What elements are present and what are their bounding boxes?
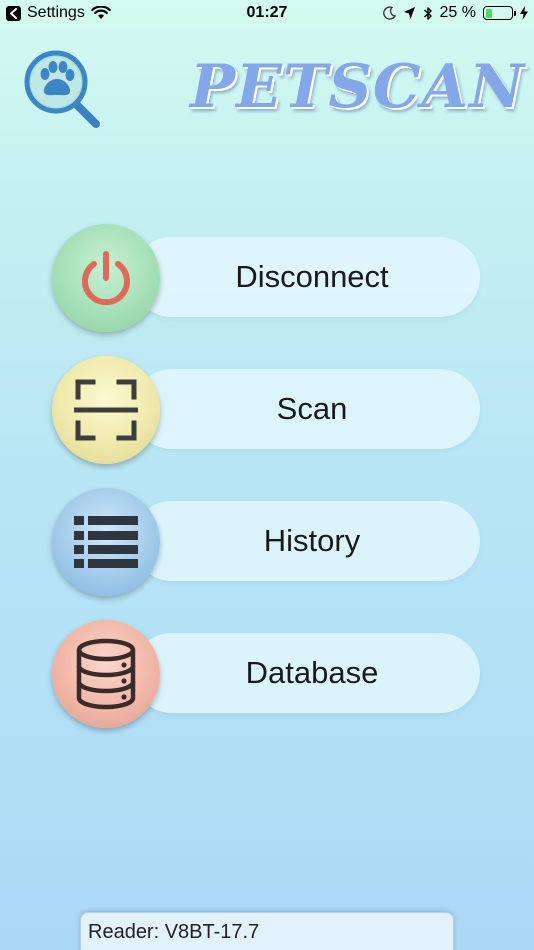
charging-bolt-icon (520, 6, 528, 20)
scan-icon-circle[interactable] (52, 356, 160, 464)
database-label[interactable]: Database (132, 633, 482, 713)
scan-button[interactable]: Scan (52, 344, 482, 464)
battery-percent: 25 % (439, 4, 476, 21)
app-title: PETSCAN (190, 52, 525, 122)
history-icon-circle[interactable] (52, 488, 160, 596)
database-icon (76, 638, 136, 710)
location-arrow-icon (403, 7, 415, 19)
disconnect-button[interactable]: Disconnect (52, 212, 482, 332)
history-label[interactable]: History (132, 501, 482, 581)
reader-label: Reader: V8BT-17.7 (88, 921, 260, 943)
disconnect-icon-circle[interactable] (52, 224, 160, 332)
database-icon-circle[interactable] (52, 620, 160, 728)
paw-magnifier-icon (22, 48, 104, 130)
status-right: 25 % (382, 4, 528, 22)
reader-status-panel: Reader: V8BT-17.7 (80, 912, 454, 950)
history-button[interactable]: History (52, 476, 482, 596)
battery-icon (483, 6, 516, 20)
moon-icon (382, 6, 396, 20)
disconnect-label[interactable]: Disconnect (132, 237, 482, 317)
status-bar: Settings 01:27 25 % (0, 0, 534, 28)
bluetooth-icon (423, 6, 432, 20)
list-icon (74, 516, 138, 568)
database-button[interactable]: Database (52, 608, 482, 728)
battery-fill (485, 8, 492, 18)
power-icon (82, 251, 130, 306)
scan-label[interactable]: Scan (132, 369, 482, 449)
scan-frame-icon (74, 379, 138, 441)
